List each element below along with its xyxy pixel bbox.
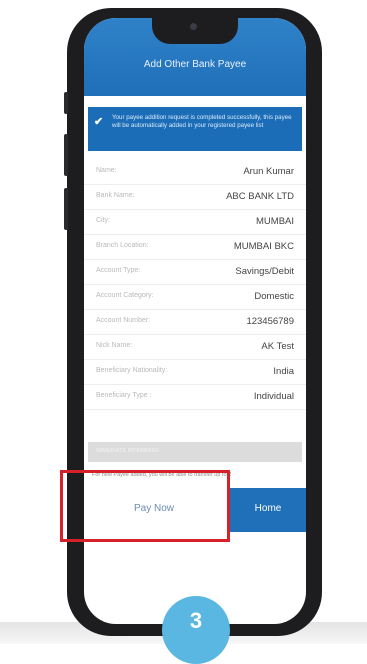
detail-value: Arun Kumar: [243, 166, 294, 177]
detail-row-bank-name: Bank Name: ABC BANK LTD: [84, 185, 306, 210]
detail-label: Account Category:: [96, 292, 154, 299]
detail-label: Account Number:: [96, 317, 151, 324]
detail-row-nick-name: Nick Name: AK Test: [84, 335, 306, 360]
detail-row-name: Name: Arun Kumar: [84, 160, 306, 185]
home-label: Home: [254, 503, 282, 514]
detail-label: Beneficiary Type :: [96, 392, 152, 399]
detail-label: Account Type:: [96, 267, 141, 274]
detail-row-account-type: Account Type: Savings/Debit: [84, 260, 306, 285]
detail-label: Name:: [96, 167, 117, 174]
phone-volume-up-button: [64, 134, 68, 176]
pay-now-highlight-box: [60, 470, 230, 542]
transfer-type-bar: IMMEDIATE INTERBANK: [88, 442, 302, 462]
step-badge: 3: [162, 596, 230, 664]
detail-label: City:: [96, 217, 110, 224]
page-title: Add Other Bank Payee: [143, 59, 247, 70]
detail-label: Beneficiary Nationality:: [96, 367, 168, 374]
step-number: 3: [189, 608, 203, 633]
success-banner: ✔ Your payee addition request is complet…: [88, 107, 302, 151]
detail-label: Nick Name:: [96, 342, 133, 349]
detail-value: India: [273, 366, 294, 377]
phone-volume-down-button: [64, 188, 68, 230]
detail-value: MUMBAI: [256, 216, 294, 227]
checkmark-icon: ✔: [94, 116, 104, 128]
detail-row-beneficiary-type: Beneficiary Type : Individual: [84, 385, 306, 410]
detail-value: Individual: [253, 391, 294, 402]
camera-icon: [190, 23, 197, 30]
payee-details-list: Name: Arun Kumar Bank Name: ABC BANK LTD…: [84, 160, 306, 410]
transfer-type-text: IMMEDIATE INTERBANK: [96, 448, 160, 454]
detail-row-account-category: Account Category: Domestic: [84, 285, 306, 310]
detail-label: Bank Name:: [96, 192, 135, 199]
home-button[interactable]: Home: [230, 488, 306, 532]
detail-row-beneficiary-nationality: Beneficiary Nationality: India: [84, 360, 306, 385]
detail-row-account-number: Account Number: 123456789: [84, 310, 306, 335]
detail-value: AK Test: [261, 341, 294, 352]
success-message: Your payee addition request is completed…: [112, 114, 292, 129]
detail-row-branch-location: Branch Location: MUMBAI BKC: [84, 235, 306, 260]
detail-row-city: City: MUMBAI: [84, 210, 306, 235]
detail-label: Branch Location:: [96, 242, 149, 249]
detail-value: MUMBAI BKC: [233, 241, 294, 252]
detail-value: Savings/Debit: [235, 266, 294, 277]
detail-value: 123456789: [246, 316, 294, 327]
detail-value: Domestic: [254, 291, 294, 302]
phone-mute-button: [64, 92, 68, 114]
detail-value: ABC BANK LTD: [226, 191, 294, 202]
